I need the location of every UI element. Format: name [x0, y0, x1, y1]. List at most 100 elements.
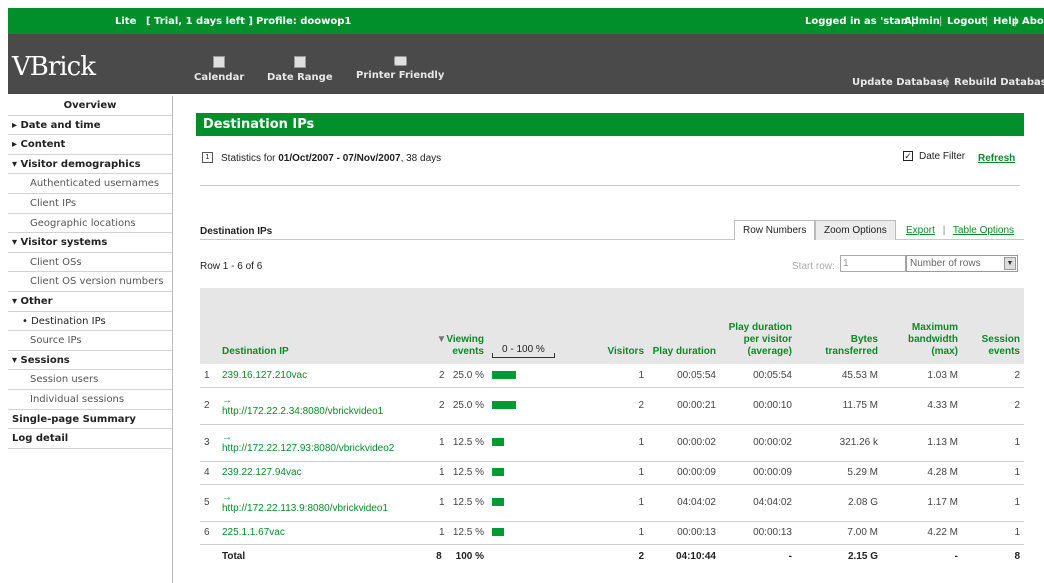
destination-ip-link[interactable]: http://172.22.2.34:8080/vbrickvideo1	[222, 406, 409, 417]
table-links: Export | Table Options	[906, 225, 1014, 236]
table-row: 5 → http://172.22.113.9:8080/vbrickvideo1 1…	[200, 484, 1024, 522]
sidebar-item-client-oss[interactable]: Client OSs	[8, 253, 172, 273]
sidebar-item-geographic-locations[interactable]: Geographic locations	[8, 214, 172, 234]
total-label: Total	[222, 551, 246, 563]
visitors-cell: 1	[586, 424, 648, 462]
logout-link[interactable]: Logout	[947, 16, 986, 27]
destination-ip-link[interactable]: 239.16.127.210vac	[222, 370, 307, 381]
calendar-button[interactable]: Calendar	[194, 56, 244, 83]
sidebar-item-single-page-summary[interactable]: Single-page Summary	[8, 410, 172, 430]
max-bandwidth-cell: 4.22 M	[882, 521, 962, 545]
total-visitors: 2	[638, 551, 644, 563]
start-row-input[interactable]: 1	[840, 255, 906, 272]
destination-ip-link[interactable]: http://172.22.113.9:8080/vbrickvideo1	[222, 503, 409, 514]
row-info: Row 1 - 6 of 6	[200, 261, 263, 272]
percent-bar	[492, 498, 504, 507]
arrow-right-icon[interactable]: →	[222, 432, 232, 443]
viewing-events-cell: 1 12.5 %	[413, 424, 488, 462]
sidebar-item-sessions[interactable]: ▾ Sessions	[8, 351, 172, 371]
percent-bar-cell	[488, 424, 586, 462]
events-percent: 12.5 %	[452, 497, 484, 508]
logged-in-label: Logged in as 'stan'|	[805, 16, 915, 27]
max-bandwidth-cell: 1.17 M	[882, 484, 962, 522]
trial-status: [ Trial, 1 days left ]	[146, 16, 253, 27]
about-link[interactable]: Abou	[1022, 16, 1044, 27]
sidebar-item-visitor-systems[interactable]: ▾ Visitor systems	[8, 233, 172, 253]
divider	[896, 239, 1024, 240]
play-per-visitor-header[interactable]: Play duration per visitor (average)	[720, 288, 796, 364]
session-events-cell: 1	[962, 521, 1024, 545]
admin-link[interactable]: Admin	[904, 16, 940, 27]
total-spacer	[200, 544, 218, 569]
sidebar-item-other[interactable]: ▾ Other	[8, 292, 172, 312]
sidebar-item-content[interactable]: ▸ Content	[8, 135, 172, 155]
visitors-cell: 2	[586, 387, 648, 425]
sidebar-item-session-users[interactable]: Session users	[8, 370, 172, 390]
date-filter-label: Date Filter	[919, 151, 966, 162]
date-filter-checkbox[interactable]: ✓	[903, 151, 913, 162]
events-count: 2	[438, 369, 445, 381]
viewing-events-header[interactable]: ▼Viewing events	[413, 288, 488, 364]
update-database-link[interactable]: Update Database	[852, 77, 949, 88]
edition-label: Lite	[115, 16, 137, 27]
sidebar-item-client-ips[interactable]: Client IPs	[8, 194, 172, 214]
sidebar: Overview ▸ Date and time ▸ Content ▾ Visito…	[8, 96, 173, 583]
chevron-down-icon[interactable]: ▼	[1004, 257, 1016, 270]
percent-scale-header: 0 - 100 %	[488, 288, 586, 364]
play-per-visitor-cell: 00:00:10	[720, 387, 796, 425]
percent-bar	[492, 371, 516, 380]
percent-bar	[492, 438, 504, 447]
separator: |	[1014, 16, 1018, 27]
sidebar-item-individual-sessions[interactable]: Individual sessions	[8, 390, 172, 410]
sidebar-item-authenticated-usernames[interactable]: Authenticated usernames	[8, 174, 172, 194]
destination-ip-link[interactable]: 225.1.1.67vac	[222, 527, 285, 538]
stats-line: Statistics for 01/Oct/2007 - 07/Nov/2007…	[221, 153, 441, 164]
viewing-events-cell: 1 12.5 %	[413, 521, 488, 545]
stats-range: 01/Oct/2007 - 07/Nov/2007	[278, 153, 401, 164]
total-play-per-visitor: -	[788, 551, 792, 563]
sidebar-item-destination-ips[interactable]: • Destination IPs	[8, 312, 172, 332]
sidebar-item-date-and-time[interactable]: ▸ Date and time	[8, 116, 172, 136]
events-count: 1	[438, 527, 445, 538]
destination-ip-link[interactable]: 239.22.127.94vac	[222, 467, 302, 478]
sidebar-item-client-os-version-numbers[interactable]: Client OS version numbers	[8, 272, 172, 292]
table-options-link[interactable]: Table Options	[953, 225, 1014, 236]
refresh-link[interactable]: Refresh	[978, 153, 1015, 164]
calendar-label: Calendar	[194, 72, 245, 83]
tab-zoom-options[interactable]: Zoom Options	[815, 220, 896, 240]
max-bandwidth-cell: 4.33 M	[882, 387, 962, 425]
sidebar-item-visitor-demographics[interactable]: ▾ Visitor demographics	[8, 155, 172, 175]
sidebar-item-log-detail[interactable]: Log detail	[8, 429, 172, 449]
destination-ip-cell: → http://172.22.2.34:8080/vbrickvideo1	[218, 387, 413, 425]
events-percent: 12.5 %	[452, 527, 484, 538]
percent-bar-cell	[488, 364, 586, 388]
events-percent: 12.5 %	[452, 467, 484, 478]
viewing-events-cell: 1 12.5 %	[413, 461, 488, 485]
percent-bar-cell	[488, 484, 586, 522]
bytes-header[interactable]: Bytes transferred	[796, 288, 882, 364]
sidebar-item-source-ips[interactable]: Source IPs	[8, 331, 172, 351]
profile-label: Profile: doowop1	[256, 16, 352, 27]
arrow-right-icon[interactable]: →	[222, 492, 232, 503]
date-filter[interactable]: ✓ Date Filter	[903, 151, 965, 162]
percent-bar	[492, 401, 516, 410]
date-range-button[interactable]: Date Range	[267, 56, 333, 83]
tab-row-numbers[interactable]: Row Numbers	[734, 220, 816, 240]
total-events: 8	[436, 551, 442, 563]
destination-ip-link[interactable]: http://172.22.127.93:8080/vbrickvideo2	[222, 443, 409, 454]
arrow-right-icon[interactable]: →	[222, 395, 232, 406]
max-bandwidth-header[interactable]: Maximum bandwidth (max)	[882, 288, 962, 364]
sidebar-item-overview[interactable]: Overview	[8, 96, 172, 116]
divider	[200, 239, 734, 240]
dest-ip-header[interactable]: Destination IP	[218, 288, 413, 364]
rebuild-database-link[interactable]: Rebuild Databas	[954, 77, 1044, 88]
visitors-header[interactable]: Visitors	[586, 288, 648, 364]
session-events-header[interactable]: Session events	[962, 288, 1024, 364]
printer-friendly-button[interactable]: Printer Friendly	[356, 56, 444, 81]
events-count: 1	[438, 497, 445, 508]
destination-ip-cell: 239.22.127.94vac	[218, 461, 413, 485]
play-duration-header[interactable]: Play duration	[648, 288, 720, 364]
bytes-cell: 11.75 M	[796, 387, 882, 425]
number-of-rows-select[interactable]: Number of rows ▼	[906, 255, 1018, 272]
export-link[interactable]: Export	[906, 225, 935, 236]
